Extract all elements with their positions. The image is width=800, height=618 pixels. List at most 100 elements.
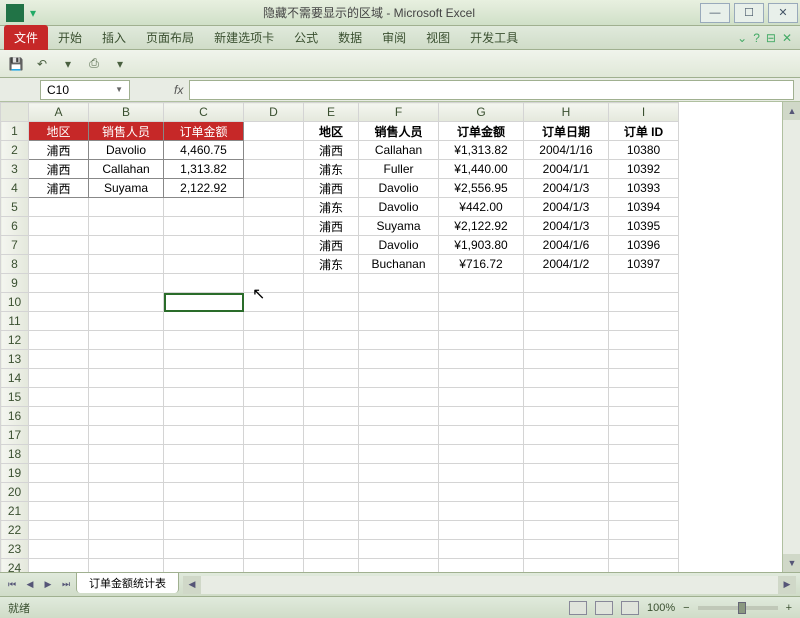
- cell[interactable]: [244, 274, 304, 293]
- cell[interactable]: [244, 141, 304, 160]
- scroll-right-icon[interactable]: ▶: [778, 576, 796, 594]
- cell[interactable]: [439, 483, 524, 502]
- close-button[interactable]: ✕: [768, 3, 798, 23]
- cell[interactable]: [29, 331, 89, 350]
- cell[interactable]: [609, 445, 679, 464]
- cell[interactable]: [89, 426, 164, 445]
- cell[interactable]: 浦东: [304, 198, 359, 217]
- cell[interactable]: 地区: [304, 122, 359, 141]
- cell[interactable]: ¥1,903.80: [439, 236, 524, 255]
- cell[interactable]: [29, 274, 89, 293]
- fx-icon[interactable]: fx: [174, 83, 183, 97]
- cell[interactable]: [609, 312, 679, 331]
- ribbon-tab-insert[interactable]: 插入: [92, 25, 136, 50]
- tab-nav-prev-icon[interactable]: ◀: [22, 577, 38, 593]
- active-cell[interactable]: [164, 293, 244, 312]
- cell[interactable]: [89, 293, 164, 312]
- cell[interactable]: [244, 502, 304, 521]
- cell[interactable]: [29, 445, 89, 464]
- cell[interactable]: [89, 540, 164, 559]
- cell[interactable]: [609, 369, 679, 388]
- cell[interactable]: [164, 369, 244, 388]
- cell[interactable]: [524, 559, 609, 573]
- cell[interactable]: [89, 369, 164, 388]
- col-header[interactable]: D: [244, 103, 304, 122]
- doc-close-icon[interactable]: ✕: [782, 31, 792, 45]
- row-header[interactable]: 20: [1, 483, 29, 502]
- cell[interactable]: [29, 540, 89, 559]
- row-header[interactable]: 17: [1, 426, 29, 445]
- cell[interactable]: [89, 198, 164, 217]
- row-header[interactable]: 16: [1, 407, 29, 426]
- row-header[interactable]: 7: [1, 236, 29, 255]
- cell[interactable]: [29, 388, 89, 407]
- cell[interactable]: [439, 274, 524, 293]
- cell[interactable]: [359, 502, 439, 521]
- cell[interactable]: [244, 236, 304, 255]
- cell[interactable]: [359, 540, 439, 559]
- row-header[interactable]: 8: [1, 255, 29, 274]
- cell[interactable]: [164, 426, 244, 445]
- cell[interactable]: 浦西: [304, 179, 359, 198]
- cell[interactable]: [439, 369, 524, 388]
- cell[interactable]: 浦西: [304, 236, 359, 255]
- cell[interactable]: Davolio: [359, 236, 439, 255]
- zoom-thumb[interactable]: [738, 602, 746, 614]
- cell[interactable]: [29, 426, 89, 445]
- cell[interactable]: [164, 236, 244, 255]
- cell[interactable]: [609, 350, 679, 369]
- cell[interactable]: 10392: [609, 160, 679, 179]
- row-header[interactable]: 12: [1, 331, 29, 350]
- cell[interactable]: [89, 217, 164, 236]
- cell[interactable]: [244, 540, 304, 559]
- row-header[interactable]: 15: [1, 388, 29, 407]
- tab-nav-last-icon[interactable]: ⏭: [58, 577, 74, 593]
- cell[interactable]: 10395: [609, 217, 679, 236]
- cell[interactable]: [359, 293, 439, 312]
- cell[interactable]: [304, 350, 359, 369]
- ribbon-tab-file[interactable]: 文件: [4, 25, 48, 50]
- cell[interactable]: [244, 160, 304, 179]
- cell[interactable]: [89, 521, 164, 540]
- cell[interactable]: [89, 407, 164, 426]
- select-all-corner[interactable]: [1, 103, 29, 122]
- cell[interactable]: 2004/1/6: [524, 236, 609, 255]
- cell[interactable]: 2004/1/1: [524, 160, 609, 179]
- cell[interactable]: [359, 274, 439, 293]
- row-header[interactable]: 9: [1, 274, 29, 293]
- cell[interactable]: [439, 388, 524, 407]
- cell[interactable]: [244, 312, 304, 331]
- cell[interactable]: [304, 426, 359, 445]
- cell[interactable]: [164, 559, 244, 573]
- row-header[interactable]: 21: [1, 502, 29, 521]
- cell[interactable]: [304, 540, 359, 559]
- window-restore-icon[interactable]: ⊟: [766, 31, 776, 45]
- cell[interactable]: Callahan: [89, 160, 164, 179]
- cell[interactable]: 10394: [609, 198, 679, 217]
- scroll-down-icon[interactable]: ▼: [783, 554, 800, 572]
- zoom-level[interactable]: 100%: [647, 602, 675, 614]
- cell[interactable]: 2004/1/2: [524, 255, 609, 274]
- cell[interactable]: 订单金额: [164, 122, 244, 141]
- col-header[interactable]: H: [524, 103, 609, 122]
- cell[interactable]: [29, 312, 89, 331]
- cell[interactable]: [304, 293, 359, 312]
- cell[interactable]: [359, 426, 439, 445]
- cell[interactable]: 4,460.75: [164, 141, 244, 160]
- cell[interactable]: Davolio: [359, 179, 439, 198]
- cell[interactable]: [164, 217, 244, 236]
- cell[interactable]: [29, 198, 89, 217]
- maximize-button[interactable]: ☐: [734, 3, 764, 23]
- cell[interactable]: [244, 350, 304, 369]
- cell[interactable]: [609, 274, 679, 293]
- cell[interactable]: [439, 559, 524, 573]
- cell[interactable]: [304, 331, 359, 350]
- cell[interactable]: [524, 274, 609, 293]
- cell[interactable]: [29, 217, 89, 236]
- row-header[interactable]: 3: [1, 160, 29, 179]
- cell[interactable]: 10396: [609, 236, 679, 255]
- cell[interactable]: [524, 464, 609, 483]
- cell[interactable]: [164, 502, 244, 521]
- ribbon-tab-custom[interactable]: 新建选项卡: [204, 25, 284, 50]
- row-header[interactable]: 11: [1, 312, 29, 331]
